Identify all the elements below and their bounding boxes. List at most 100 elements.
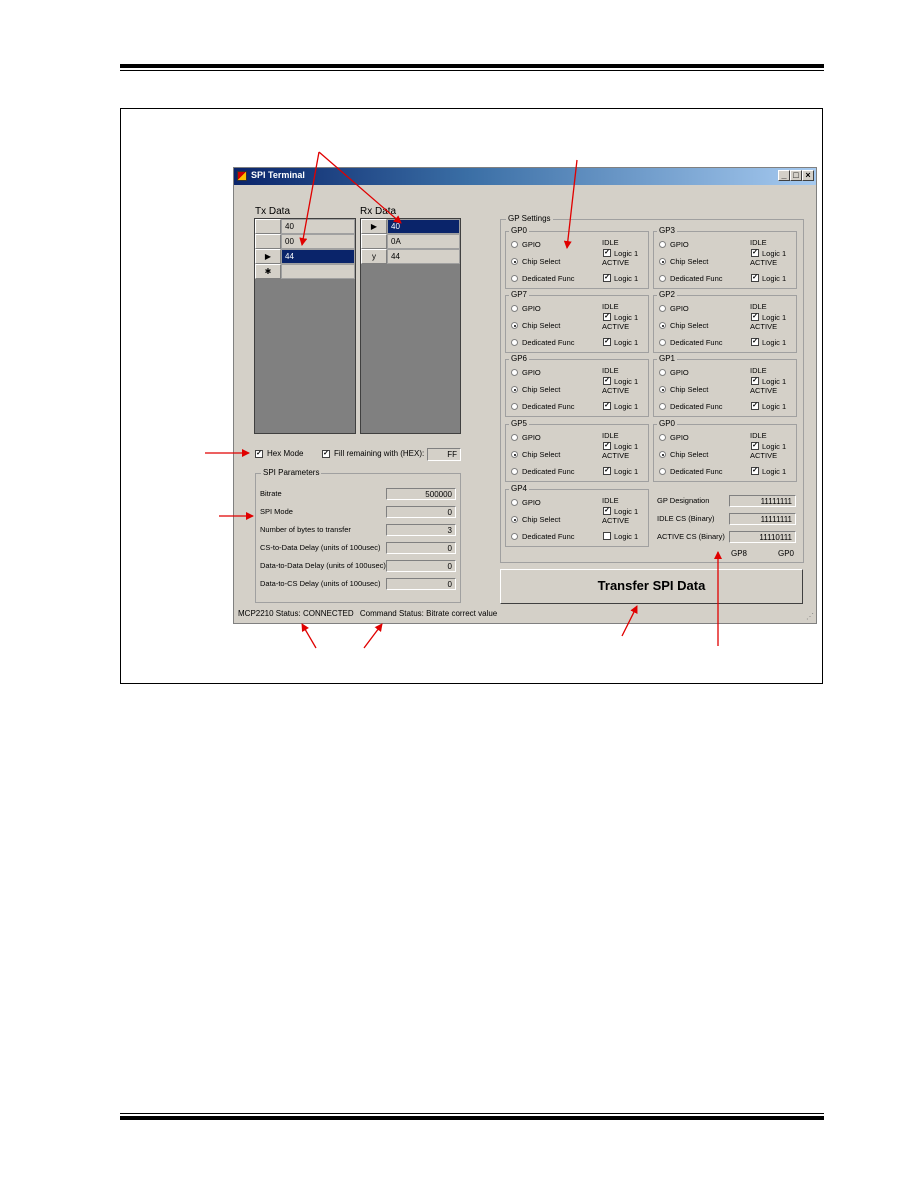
tx-data-grid[interactable]: 40 00 ▶ 44 ✱ [254,218,356,434]
idle-logic1-checkbox[interactable]: ✓ [603,507,611,515]
hex-mode-checkbox[interactable]: ✓ [255,450,263,458]
idle-logic1-checkbox[interactable]: ✓ [603,442,611,450]
idle-logic1-checkbox[interactable]: ✓ [751,313,759,321]
tx-row-header[interactable]: ✱ [255,264,281,279]
chip-select-radio[interactable] [511,451,518,458]
active-logic1-checkbox[interactable]: ✓ [603,467,611,475]
gp-summary-value[interactable]: 11111111 [729,495,796,507]
transfer-spi-data-button[interactable]: Transfer SPI Data [500,569,803,604]
tx-grid-row[interactable]: 00 [255,234,355,249]
chip-select-radio[interactable] [511,386,518,393]
idle-logic1-checkbox[interactable]: ✓ [603,313,611,321]
device-status-value: CONNECTED [302,609,354,618]
minimize-button[interactable]: _ [778,170,790,181]
dedicated-func-radio[interactable] [511,403,518,410]
active-logic1-checkbox[interactable]: ✓ [603,338,611,346]
dedicated-func-radio[interactable] [659,403,666,410]
gpio-radio[interactable] [511,499,518,506]
active-logic1-checkbox[interactable]: ✓ [751,274,759,282]
rx-grid-row[interactable]: 0A [361,234,460,249]
fill-value-input[interactable]: FF [427,448,461,461]
spi-param-value[interactable]: 0 [386,578,456,590]
title-bar[interactable]: SPI Terminal _ □ × [234,168,816,185]
dedicated-func-radio[interactable] [511,339,518,346]
fill-remaining-checkbox[interactable]: ✓ [322,450,330,458]
gpio-label: GPIO [522,304,541,313]
chip-select-radio[interactable] [511,322,518,329]
chip-select-radio[interactable] [659,386,666,393]
spi-param-value[interactable]: 0 [386,506,456,518]
tx-grid-row[interactable]: 40 [255,219,355,234]
close-button[interactable]: × [802,170,814,181]
resize-grip-icon[interactable]: ⋰ [806,612,814,621]
tx-grid-row[interactable]: ✱ [255,264,355,279]
tx-grid-row[interactable]: ▶ 44 [255,249,355,264]
gpio-radio[interactable] [659,305,666,312]
idle-logic1-checkbox[interactable]: ✓ [603,249,611,257]
active-logic1-checkbox[interactable]: ✓ [751,338,759,346]
spi-param-label: SPI Mode [260,507,293,516]
active-logic1-checkbox[interactable] [603,532,611,540]
gpio-radio[interactable] [659,241,666,248]
gpio-label: GPIO [670,433,689,442]
rx-data-grid[interactable]: ▶ 40 0A y 44 [360,218,461,434]
idle-logic1-label: Logic 1 [614,377,639,386]
dedicated-func-radio[interactable] [659,275,666,282]
tx-row-header[interactable] [255,234,281,249]
spi-param-value[interactable]: 0 [386,560,456,572]
gpio-radio[interactable] [659,434,666,441]
rx-row-header[interactable] [361,234,387,249]
dedicated-func-radio[interactable] [659,468,666,475]
tx-cell[interactable]: 44 [281,249,355,264]
active-logic1-checkbox[interactable]: ✓ [751,402,759,410]
dedicated-func-label: Dedicated Func [670,338,723,347]
spi-parameters-title: SPI Parameters [261,468,322,477]
chip-select-radio[interactable] [659,322,666,329]
gp-group: GP3 GPIO Chip Select Dedicated Func IDLE ✓ Log… [653,226,797,289]
active-logic1-checkbox[interactable]: ✓ [751,467,759,475]
dedicated-func-label: Dedicated Func [522,402,575,411]
rx-row-header[interactable]: y [361,249,387,264]
gpio-radio[interactable] [511,434,518,441]
dedicated-func-radio[interactable] [511,533,518,540]
tx-cell[interactable]: 00 [281,234,355,249]
rx-cell[interactable]: 0A [387,234,460,249]
chip-select-radio[interactable] [511,258,518,265]
gpio-radio[interactable] [511,305,518,312]
rx-cell[interactable]: 40 [387,219,460,234]
rx-cell[interactable]: 44 [387,249,460,264]
idle-logic1-checkbox[interactable]: ✓ [751,249,759,257]
dedicated-func-label: Dedicated Func [670,402,723,411]
chip-select-radio[interactable] [511,516,518,523]
idle-label: IDLE [602,302,619,311]
spi-param-value[interactable]: 3 [386,524,456,536]
gpio-radio[interactable] [659,369,666,376]
rx-row-header[interactable]: ▶ [361,219,387,234]
rx-grid-row[interactable]: ▶ 40 [361,219,460,234]
chip-select-radio[interactable] [659,258,666,265]
chip-select-radio[interactable] [659,451,666,458]
spi-param-value[interactable]: 0 [386,542,456,554]
dedicated-func-radio[interactable] [511,468,518,475]
spi-param-value[interactable]: 500000 [386,488,456,500]
gp-summary-value[interactable]: 11110111 [729,531,796,543]
gpio-radio[interactable] [511,241,518,248]
idle-logic1-checkbox[interactable]: ✓ [751,442,759,450]
tx-cell[interactable] [281,264,355,279]
gpio-radio[interactable] [511,369,518,376]
tx-row-header[interactable]: ▶ [255,249,281,264]
gp-summary-value[interactable]: 11111111 [729,513,796,525]
tx-row-header[interactable] [255,219,281,234]
idle-logic1-checkbox[interactable]: ✓ [603,377,611,385]
idle-label: IDLE [750,366,767,375]
idle-logic1-checkbox[interactable]: ✓ [751,377,759,385]
gp-group: GP7 GPIO Chip Select Dedicated Func IDLE ✓ Log… [505,290,649,353]
tx-cell[interactable]: 40 [281,219,355,234]
active-logic1-checkbox[interactable]: ✓ [603,274,611,282]
rx-grid-row[interactable]: y 44 [361,249,460,264]
gp-group-title: GP3 [657,226,678,235]
dedicated-func-radio[interactable] [511,275,518,282]
active-logic1-checkbox[interactable]: ✓ [603,402,611,410]
maximize-button[interactable]: □ [790,170,802,181]
dedicated-func-radio[interactable] [659,339,666,346]
